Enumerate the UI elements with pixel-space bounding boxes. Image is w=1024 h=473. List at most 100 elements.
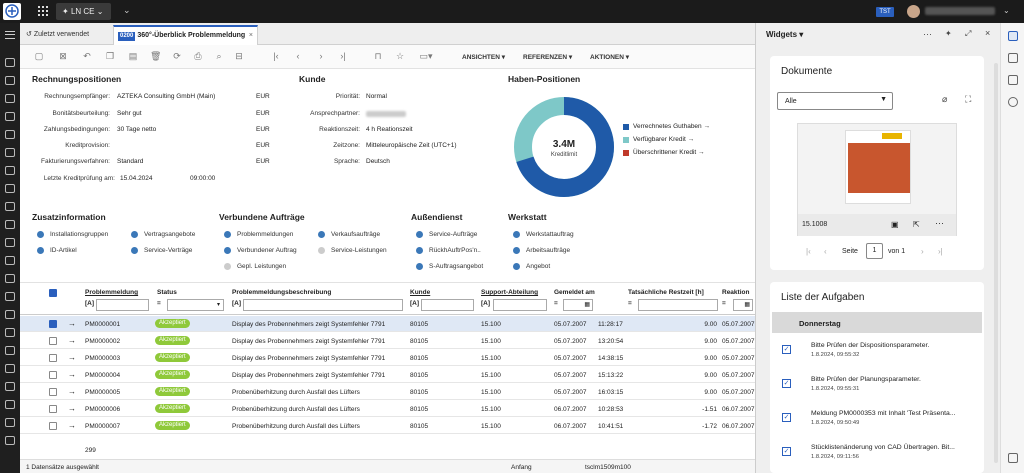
chat-icon[interactable] bbox=[1008, 53, 1018, 63]
new-record-icon[interactable]: ▢ bbox=[34, 51, 44, 61]
task-check-icon[interactable]: ✓ bbox=[782, 413, 791, 422]
link-service-auftraege[interactable]: Service-Aufträge bbox=[429, 231, 477, 238]
bookmark-icon[interactable]: ⊓ bbox=[373, 51, 383, 61]
row-checkbox[interactable] bbox=[49, 405, 57, 413]
table-row[interactable]: → PM0000007 Akzeptiert Probenüberhitzung… bbox=[20, 418, 755, 434]
inbox-icon[interactable] bbox=[1008, 75, 1018, 85]
close-icon[interactable]: × bbox=[985, 28, 990, 38]
link-s-auftragsangebot[interactable]: S-Auftragsangebot bbox=[429, 263, 483, 270]
widgets-icon[interactable] bbox=[1008, 31, 1018, 41]
app-grid-icon[interactable] bbox=[38, 6, 48, 16]
nav-box-icon[interactable] bbox=[5, 112, 15, 121]
nav-calendar-icon[interactable] bbox=[5, 310, 15, 319]
external-link-icon[interactable] bbox=[1008, 453, 1018, 463]
arrow-right-icon[interactable]: → bbox=[68, 319, 76, 328]
nav-gear-icon[interactable] bbox=[5, 346, 15, 355]
form-menu-icon[interactable]: ▭▾ bbox=[418, 51, 434, 61]
nav-document-icon[interactable] bbox=[5, 58, 15, 67]
link-gepl-leistungen[interactable]: Gepl. Leistungen bbox=[237, 263, 286, 270]
link-verbundener-auftrag[interactable]: Verbundener Auftrag bbox=[237, 247, 297, 254]
link-service-vertraege[interactable]: Service-Verträge bbox=[144, 247, 192, 254]
link-arbeitsauftraege[interactable]: Arbeitsaufträge bbox=[526, 247, 570, 254]
legend-item[interactable]: Verrechnetes Guthaben → bbox=[633, 123, 710, 130]
table-row[interactable]: → PM0000001 Akzeptiert Display des Probe… bbox=[20, 316, 755, 332]
filter-input[interactable] bbox=[243, 299, 403, 311]
undo-icon[interactable]: ↶ bbox=[82, 51, 92, 61]
link-rueckhauftr[interactable]: RückhAuftrPos'n.. bbox=[429, 247, 481, 254]
link-angebot[interactable]: Angebot bbox=[526, 263, 550, 270]
nav-users-icon[interactable] bbox=[5, 382, 15, 391]
table-row[interactable]: → PM0000005 Akzeptiert Probenüberhitzung… bbox=[20, 384, 755, 400]
column-header[interactable]: Status bbox=[157, 289, 177, 296]
table-row[interactable]: → PM0000004 Akzeptiert Display des Probe… bbox=[20, 367, 755, 383]
menu-icon[interactable] bbox=[5, 31, 15, 39]
nav-warehouse-icon[interactable] bbox=[5, 202, 15, 211]
copy-icon[interactable]: ❐ bbox=[105, 51, 115, 61]
table-row[interactable]: → PM0000002 Akzeptiert Display des Probe… bbox=[20, 333, 755, 349]
arrow-right-icon[interactable]: → bbox=[68, 370, 76, 379]
task-check-icon[interactable]: ✓ bbox=[782, 447, 791, 456]
arrow-right-icon[interactable]: → bbox=[68, 421, 76, 430]
link-werkstattauftrag[interactable]: Werkstattauftrag bbox=[526, 231, 574, 238]
page-input[interactable]: 1 bbox=[866, 243, 883, 259]
references-menu[interactable]: REFERENZEN ▾ bbox=[523, 53, 572, 61]
save-icon[interactable]: ▤ bbox=[128, 51, 138, 61]
actions-menu[interactable]: AKTIONEN ▾ bbox=[590, 53, 629, 61]
search-icon[interactable]: ⌕ bbox=[214, 51, 224, 61]
filter-input[interactable] bbox=[96, 299, 149, 311]
environment-selector[interactable]: ✦ LN CE ⌄ bbox=[56, 3, 111, 20]
trash-icon[interactable]: 🗑 bbox=[150, 51, 161, 61]
last-record-icon[interactable]: ›| bbox=[338, 51, 348, 61]
column-header[interactable]: Tatsächliche Restzeit [h] bbox=[628, 289, 704, 296]
legend-item[interactable]: Überschrittener Kredit → bbox=[633, 149, 705, 156]
column-header[interactable]: Problemmeldung bbox=[85, 289, 138, 296]
cell-id[interactable]: PM0000002 bbox=[85, 338, 120, 345]
select-all-checkbox[interactable] bbox=[49, 289, 57, 297]
arrow-right-icon[interactable]: → bbox=[68, 387, 76, 396]
next-record-icon[interactable]: › bbox=[316, 51, 326, 61]
app-logo[interactable] bbox=[3, 3, 21, 20]
nav-list-icon[interactable] bbox=[5, 94, 15, 103]
cell-id[interactable]: PM0000003 bbox=[85, 355, 120, 362]
nav-briefcase-icon[interactable] bbox=[5, 256, 15, 265]
delete-icon[interactable]: ⊠ bbox=[58, 51, 68, 61]
user-name-blurred[interactable] bbox=[925, 7, 995, 15]
link-problemmeldungen[interactable]: Problemmeldungen bbox=[237, 231, 293, 238]
print-icon[interactable]: ⎙ bbox=[193, 51, 203, 61]
previous-page-icon[interactable]: ‹ bbox=[824, 247, 827, 256]
cell-id[interactable]: PM0000004 bbox=[85, 372, 120, 379]
link-icon[interactable]: ⊟ bbox=[234, 51, 244, 61]
date-filter-input[interactable]: ▦ bbox=[563, 299, 593, 311]
link-verkaufsauftraege[interactable]: Verkaufsaufträge bbox=[331, 231, 380, 238]
nav-invoice-icon[interactable] bbox=[5, 184, 15, 193]
column-header[interactable]: Reaktion bbox=[722, 289, 749, 296]
filter-input[interactable] bbox=[493, 299, 547, 311]
document-filter-select[interactable]: Alle ▼ bbox=[777, 92, 893, 110]
date-filter-input[interactable]: ▦ bbox=[733, 299, 753, 311]
nav-cog-icon[interactable] bbox=[5, 400, 15, 409]
previous-record-icon[interactable]: ‹ bbox=[293, 51, 303, 61]
filter-input[interactable] bbox=[638, 299, 718, 311]
row-checkbox[interactable] bbox=[49, 422, 57, 430]
row-checkbox[interactable] bbox=[49, 388, 57, 396]
next-page-icon[interactable]: › bbox=[921, 247, 924, 256]
avatar[interactable] bbox=[907, 5, 920, 18]
tab-recent[interactable]: ↺ Zuletzt verwendet bbox=[26, 27, 89, 42]
widgets-title[interactable]: Widgets ▾ bbox=[766, 30, 803, 39]
row-checkbox[interactable] bbox=[49, 337, 57, 345]
nav-chart-icon[interactable] bbox=[5, 76, 15, 85]
views-menu[interactable]: ANSICHTEN ▾ bbox=[462, 53, 505, 61]
nav-truck-icon[interactable] bbox=[5, 166, 15, 175]
first-page-icon[interactable]: |‹ bbox=[806, 247, 811, 256]
open-external-icon[interactable]: ⇱ bbox=[913, 220, 920, 229]
arrow-right-icon[interactable]: → bbox=[68, 404, 76, 413]
column-header[interactable]: Gemeldet am bbox=[554, 289, 595, 296]
more-icon[interactable]: ··· bbox=[923, 29, 932, 39]
nav-check-icon[interactable] bbox=[5, 292, 15, 301]
attachment-icon[interactable]: ⌀ bbox=[942, 94, 947, 105]
column-header[interactable]: Kunde bbox=[410, 289, 430, 296]
table-row[interactable]: → PM0000006 Akzeptiert Probenüberhitzung… bbox=[20, 401, 755, 417]
fullscreen-icon[interactable]: ⛶ bbox=[965, 94, 971, 105]
more-icon[interactable]: ··· bbox=[935, 218, 944, 228]
filter-select[interactable]: ▾ bbox=[167, 299, 224, 311]
